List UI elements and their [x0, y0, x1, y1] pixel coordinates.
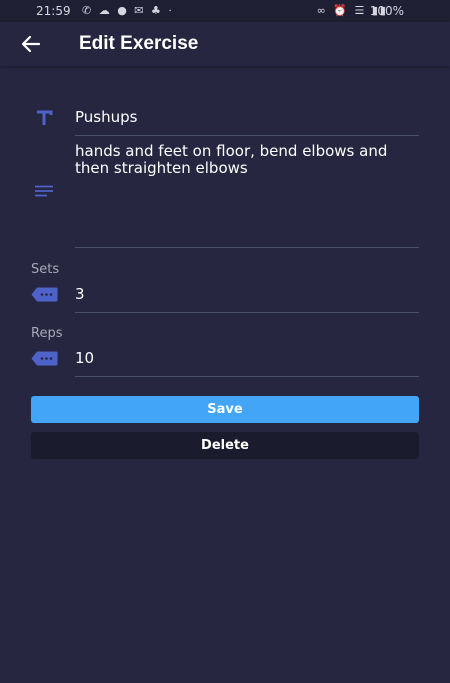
sets-label: Sets — [31, 262, 60, 277]
sets-input[interactable]: 3 — [75, 285, 419, 313]
notes-icon — [35, 185, 53, 197]
status-time: 21:59 — [36, 4, 71, 18]
battery-level: 100% — [369, 4, 404, 18]
app-bar: Edit Exercise — [0, 22, 450, 66]
exercise-description-field[interactable]: hands and feet on floor, bend elbows and… — [75, 143, 419, 248]
notification-icons: ✆ ☁ ● ✉ ♣ · — [82, 4, 174, 17]
reps-label: Reps — [31, 326, 63, 341]
arrow-left-icon[interactable] — [20, 33, 42, 55]
exercise-name-field[interactable]: Pushups — [75, 108, 419, 136]
save-button[interactable]: Save — [31, 396, 419, 423]
tag-icon — [31, 351, 58, 366]
title-icon — [37, 110, 53, 125]
reps-input[interactable]: 10 — [75, 349, 419, 377]
status-bar: 21:59 ✆ ☁ ● ✉ ♣ · ∞ ⏰ ☰ ▮▮ 100% — [0, 0, 450, 22]
page-title: Edit Exercise — [79, 33, 199, 54]
tag-icon — [31, 287, 58, 302]
delete-button[interactable]: Delete — [31, 432, 419, 459]
